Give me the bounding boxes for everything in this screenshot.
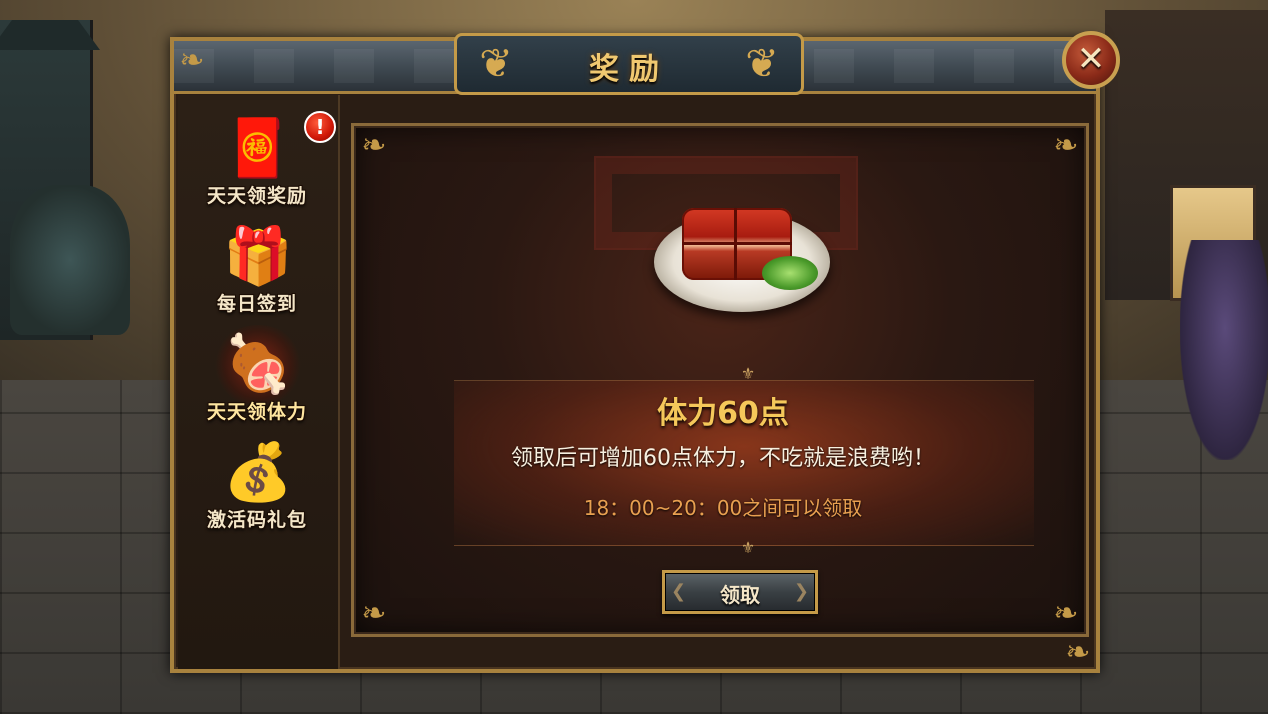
sidebar-item-activation-code-gift[interactable]: 💰 激活码礼包 (182, 429, 332, 537)
background-stone-lion (10, 185, 130, 335)
background-general-character (1180, 240, 1268, 460)
close-icon: ✕ (1076, 39, 1106, 79)
sidebar-item-daily-stamina[interactable]: 🍖 天天领体力 (182, 321, 332, 429)
corner-ornament-icon: ❧ (361, 128, 387, 163)
reward-dialog: ❦ 奖励 ❦ ✕ ❧ ❧ ❧ 🧧 ! 天天领奖励 🎁 每日签到 🍖 天天领体力 … (170, 31, 1120, 673)
claim-button[interactable]: ❮ 领取 ❯ (662, 570, 818, 614)
sidebar-item-label: 激活码礼包 (206, 509, 307, 531)
corner-ornament-icon: ❧ (361, 596, 387, 631)
title-plate: ❦ 奖励 ❦ (454, 33, 804, 95)
sidebar: 🧧 ! 天天领奖励 🎁 每日签到 🍖 天天领体力 💰 激活码礼包 (178, 95, 340, 669)
close-button[interactable]: ✕ (1062, 31, 1120, 89)
sidebar-item-daily-rewards[interactable]: 🧧 ! 天天领奖励 (182, 105, 336, 213)
treasure-chest-icon: 💰 (223, 440, 293, 505)
reward-description: 领取后可增加60点体力，不吃就是浪费哟！ (511, 446, 935, 471)
sidebar-item-daily-signin[interactable]: 🎁 每日签到 (182, 213, 332, 321)
alert-badge: ! (304, 111, 336, 143)
corner-ornament-icon: ❧ (1065, 635, 1091, 670)
red-envelope-icon: 🧧 (223, 116, 293, 181)
sidebar-item-label: 天天领奖励 (206, 185, 307, 207)
reward-title: 体力60点 (657, 396, 789, 431)
bottom-ornament-icon: ⚜ (740, 538, 756, 557)
sidebar-item-label: 每日签到 (216, 293, 297, 315)
reward-content-panel: ❧ ❧ ❧ ❧ ⚜ ⚜ 体力60点 领取后可增加60点体力，不吃就是浪费哟！ 1… (351, 123, 1089, 637)
claim-button-label: 领取 (720, 583, 760, 607)
scroll-ornament-right-icon: ❦ (745, 41, 779, 87)
top-ornament-icon: ⚜ (740, 364, 756, 383)
reward-time-window: 18：00~20：00之间可以领取 (583, 496, 863, 520)
corner-ornament-icon: ❧ (1053, 596, 1079, 631)
gift-box-icon: 🎁 (223, 224, 293, 289)
sidebar-item-label: 天天领体力 (206, 401, 307, 423)
corner-ornament-icon: ❧ (179, 43, 205, 78)
greens-icon (762, 256, 818, 290)
corner-ornament-icon: ❧ (1053, 128, 1079, 163)
braised-pork-icon: 🍖 (212, 325, 304, 405)
arrow-right-icon: ❯ (793, 581, 809, 602)
